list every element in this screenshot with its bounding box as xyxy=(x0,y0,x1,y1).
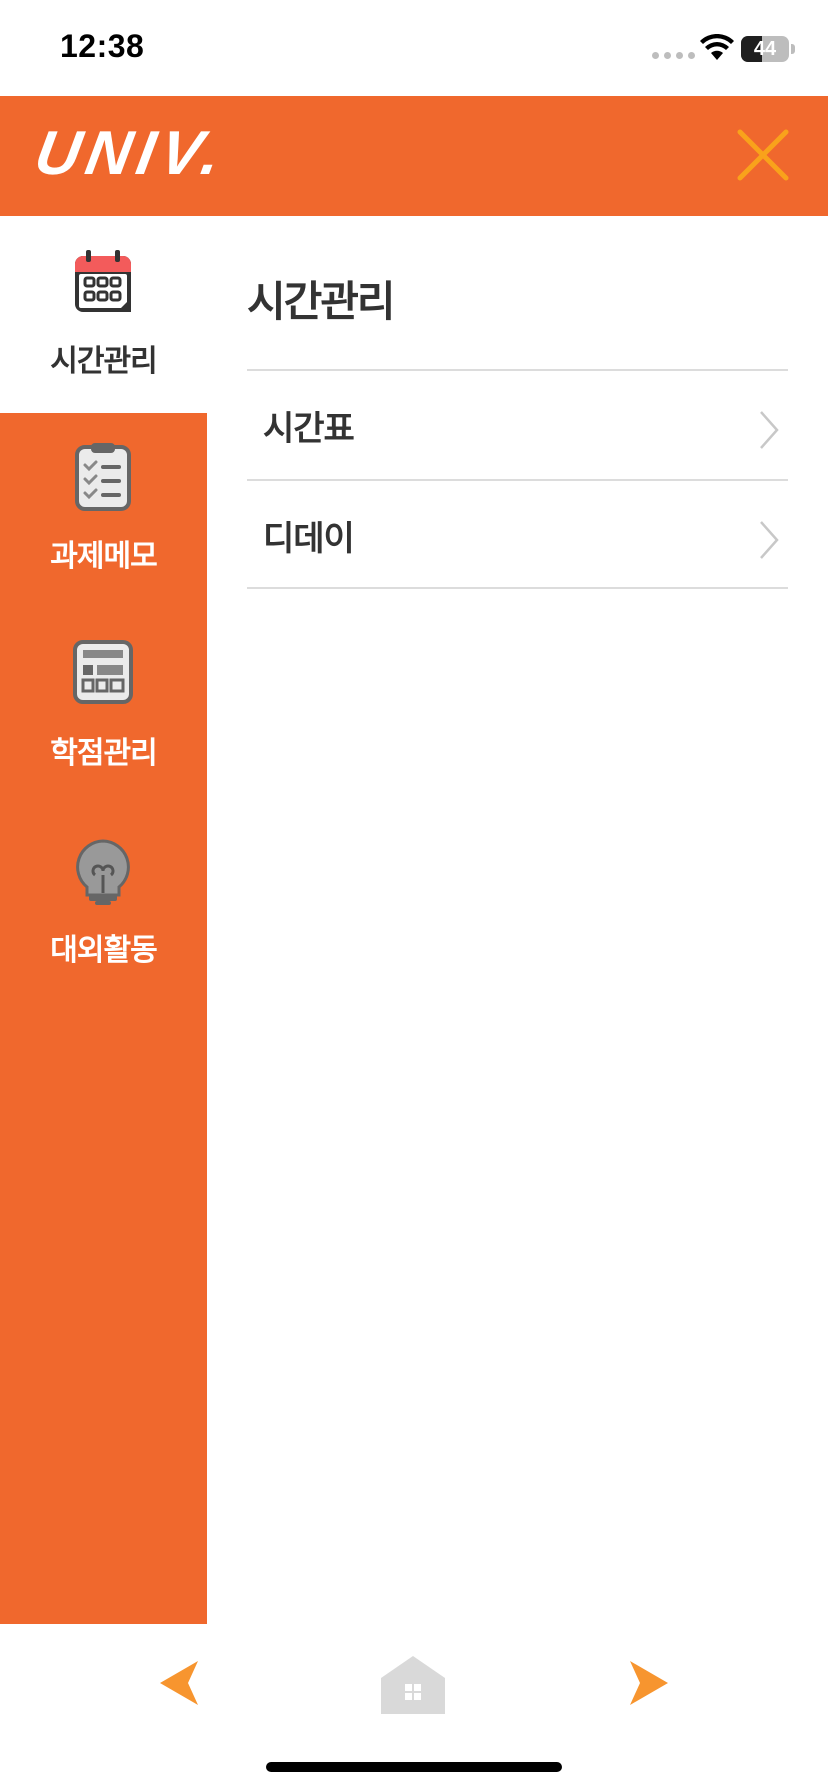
battery-percent: 44 xyxy=(753,38,777,60)
list-item-label: 디데이 xyxy=(263,519,355,559)
sidebar-item-external-activities[interactable]: 대외활동 xyxy=(0,807,207,1004)
chevron-right-icon xyxy=(760,521,779,559)
chevron-right-icon xyxy=(760,411,779,449)
app-logo: UNIV. xyxy=(29,119,232,188)
forward-arrow-icon[interactable] xyxy=(628,1659,668,1707)
list-item-timetable[interactable]: 시간표 xyxy=(247,369,788,479)
sidebar-item-grade-management[interactable]: 학점관리 xyxy=(0,610,207,807)
clipboard-checklist-icon xyxy=(75,443,131,511)
sidebar: 시간관리 과제메모 학점관리 대외활동 xyxy=(0,216,207,1624)
sidebar-item-label: 시간관리 xyxy=(50,344,157,379)
sidebar-item-label: 과제메모 xyxy=(50,539,157,574)
calculator-icon xyxy=(73,640,133,704)
sidebar-item-time-management[interactable]: 시간관리 xyxy=(0,216,207,413)
home-icon[interactable] xyxy=(381,1656,445,1714)
menu-list: 시간표 디데이 xyxy=(247,369,788,589)
battery-icon: 44 xyxy=(741,36,789,62)
sidebar-item-label: 학점관리 xyxy=(50,736,157,771)
cellular-signal-icon xyxy=(652,52,695,59)
back-arrow-icon[interactable] xyxy=(160,1659,200,1707)
battery-tip xyxy=(791,44,795,54)
status-bar: 12:38 44 xyxy=(0,0,828,96)
sidebar-item-label: 대외활동 xyxy=(50,933,157,968)
close-icon[interactable] xyxy=(730,122,796,188)
lightbulb-icon xyxy=(76,839,130,905)
app-header: UNIV. xyxy=(0,96,828,216)
list-item-label: 시간표 xyxy=(263,409,355,449)
calendar-icon xyxy=(75,250,131,312)
status-time: 12:38 xyxy=(60,28,145,64)
wifi-icon xyxy=(700,34,734,60)
list-item-dday[interactable]: 디데이 xyxy=(247,479,788,589)
page-title: 시간관리 xyxy=(247,277,396,326)
home-indicator xyxy=(266,1762,562,1772)
sidebar-item-assignment-memo[interactable]: 과제메모 xyxy=(0,413,207,610)
